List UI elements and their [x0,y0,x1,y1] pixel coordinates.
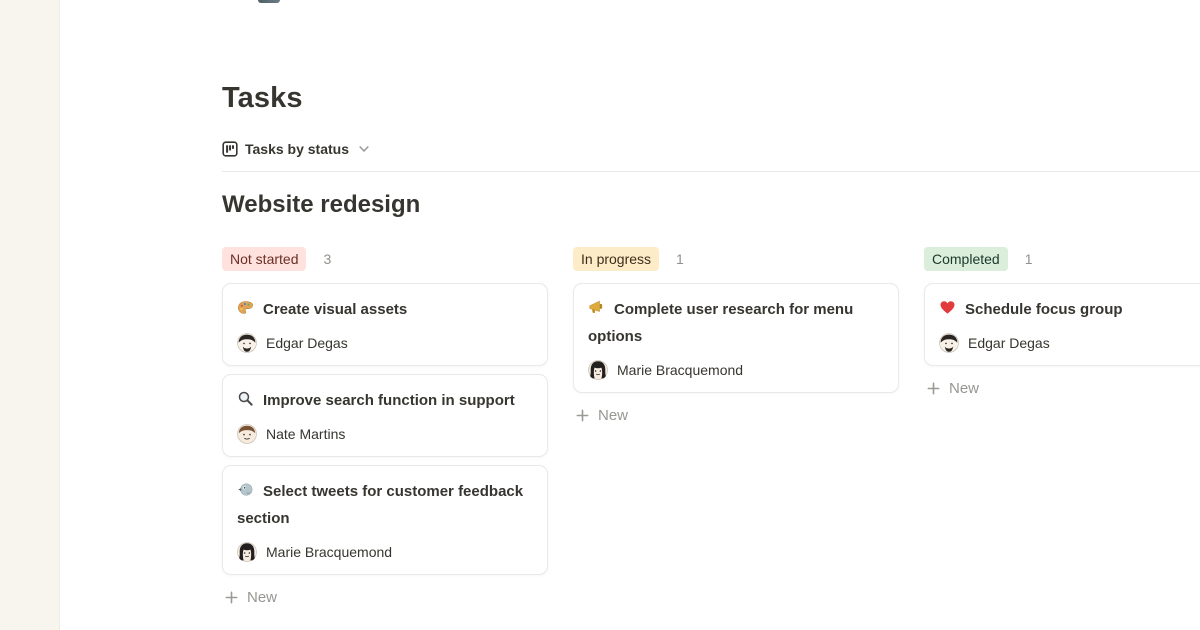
card-title: Schedule focus group [939,296,1200,323]
board-view-icon [222,141,238,157]
task-card-select-tweets[interactable]: Select tweets for customer feedback sect… [222,465,548,575]
column-count: 3 [323,251,331,267]
column-not-started: Not started 3 Create visual assets Edgar… [222,247,548,612]
header-divider [222,171,1200,172]
avatar [237,424,257,444]
task-card-improve-search-function[interactable]: Improve search function in support Nate … [222,374,548,457]
card-title: Create visual assets [237,296,533,323]
card-title-text: Improve search function in support [263,392,515,409]
assignee-name: Marie Bracquemond [617,362,743,378]
assignee-name: Marie Bracquemond [266,544,392,560]
assignee-name: Edgar Degas [968,335,1050,351]
add-new-task-button[interactable]: New [222,583,548,612]
new-button-label: New [949,380,979,397]
card-title: Select tweets for customer feedback sect… [237,478,533,532]
card-title-text: Create visual assets [263,301,407,318]
plus-icon [926,381,941,396]
assignee-row: Edgar Degas [939,333,1200,353]
view-tab-label: Tasks by status [245,141,349,157]
card-title-text: Schedule focus group [965,301,1123,318]
heart-icon [939,298,956,315]
view-tab-tasks-by-status[interactable]: Tasks by status [222,141,370,157]
status-badge-completed[interactable]: Completed [924,247,1008,271]
avatar [588,360,608,380]
add-new-task-button[interactable]: New [924,374,1200,403]
bird-icon [237,480,254,497]
card-title-text: Complete user research for menu options [588,301,853,345]
avatar [237,333,257,353]
plus-icon [575,408,590,423]
card-title: Complete user research for menu options [588,296,884,350]
plus-icon [224,590,239,605]
task-card-schedule-focus-group[interactable]: Schedule focus group Edgar Degas [924,283,1200,366]
status-badge-in-progress[interactable]: In progress [573,247,659,271]
page-title: Tasks [222,83,1200,114]
card-title-text: Select tweets for customer feedback sect… [237,483,523,527]
assignee-row: Marie Bracquemond [237,542,533,562]
notion-app-window: Tasks Tasks by status Website redesign N… [0,0,1200,630]
column-count: 1 [1025,251,1033,267]
task-card-complete-user-research[interactable]: Complete user research for menu options … [573,283,899,393]
assignee-row: Edgar Degas [237,333,533,353]
new-button-label: New [247,589,277,606]
kanban-board: Not started 3 Create visual assets Edgar… [222,247,1200,612]
magnifier-icon [237,389,254,406]
chevron-down-icon [358,143,370,155]
column-header: Completed 1 [924,247,1200,271]
column-header: Not started 3 [222,247,548,271]
assignee-name: Edgar Degas [266,335,348,351]
collapsed-sidebar[interactable] [0,0,60,630]
megaphone-icon [588,298,605,315]
board-title: Website redesign [222,190,1200,220]
column-header: In progress 1 [573,247,899,271]
avatar [237,542,257,562]
palette-icon [237,298,254,315]
task-card-create-visual-assets[interactable]: Create visual assets Edgar Degas [222,283,548,366]
assignee-row: Marie Bracquemond [588,360,884,380]
add-new-task-button[interactable]: New [573,401,899,430]
assignee-name: Nate Martins [266,426,345,442]
status-badge-not-started[interactable]: Not started [222,247,306,271]
avatar [939,333,959,353]
new-button-label: New [598,407,628,424]
column-completed: Completed 1 Schedule focus group Edgar D… [924,247,1200,403]
card-title: Improve search function in support [237,387,533,414]
column-in-progress: In progress 1 Complete user research for… [573,247,899,430]
page-content: Tasks Tasks by status Website redesign N… [60,0,1200,630]
assignee-row: Nate Martins [237,424,533,444]
column-count: 1 [676,251,684,267]
